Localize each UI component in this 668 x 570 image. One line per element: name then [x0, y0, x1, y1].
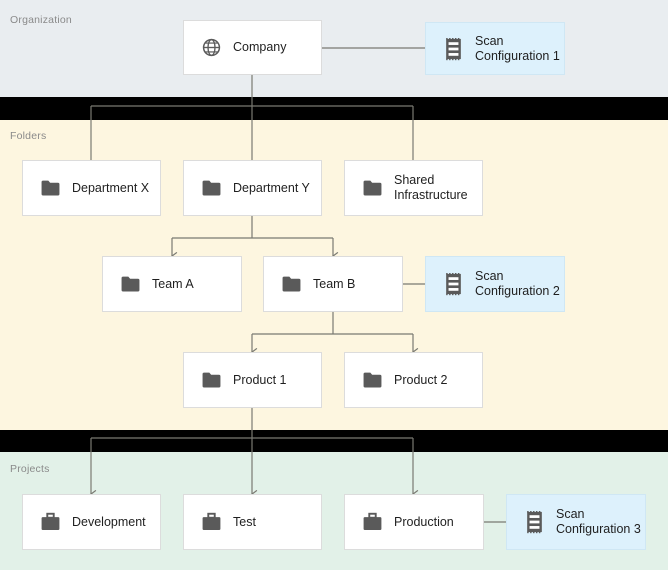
node-label-scan-configuration-2: Scan Configuration 2: [475, 269, 560, 298]
briefcase-icon: [41, 512, 60, 531]
node-team-b[interactable]: Team B: [263, 256, 403, 312]
node-team-a[interactable]: Team A: [102, 256, 242, 312]
node-label-scan-configuration-1: Scan Configuration 1: [475, 33, 560, 63]
node-label-test: Test: [233, 514, 256, 529]
node-label-department-x: Department X: [72, 180, 150, 195]
node-label-product-2: Product 2: [394, 372, 448, 387]
folder-icon: [202, 372, 221, 388]
node-product-1[interactable]: Product 1: [183, 352, 322, 408]
node-department-x[interactable]: Department X: [22, 160, 161, 216]
globe-icon: [202, 38, 221, 57]
node-scan-configuration-2[interactable]: Scan Configuration 2: [425, 256, 565, 312]
node-label-company: Company: [233, 40, 287, 54]
briefcase-icon: [202, 512, 221, 531]
folder-icon: [363, 372, 382, 388]
band-label-folders: Folders: [10, 130, 47, 142]
node-scan-configuration-3[interactable]: Scan Configuration 3: [506, 494, 646, 550]
band-organization: [0, 0, 668, 97]
node-label-production: Production: [394, 514, 454, 529]
briefcase-icon: [363, 512, 382, 531]
node-product-2[interactable]: Product 2: [344, 352, 483, 408]
node-scan-configuration-1[interactable]: Scan Configuration 1: [425, 22, 565, 75]
diagram-canvas: Organization Folders Projects Company Sc…: [0, 0, 668, 570]
folder-icon: [41, 180, 60, 196]
node-label-shared-infrastructure: Shared Infrastructure: [394, 173, 468, 202]
node-department-y[interactable]: Department Y: [183, 160, 322, 216]
node-label-development: Development: [72, 514, 146, 529]
node-label-team-b: Team B: [313, 276, 356, 291]
node-shared-infrastructure[interactable]: Shared Infrastructure: [344, 160, 483, 216]
node-label-scan-configuration-3: Scan Configuration 3: [556, 507, 641, 536]
node-production[interactable]: Production: [344, 494, 484, 550]
node-company[interactable]: Company: [183, 20, 322, 75]
folder-icon: [363, 180, 382, 196]
node-test[interactable]: Test: [183, 494, 322, 550]
node-development[interactable]: Development: [22, 494, 161, 550]
scan-doc-icon: [525, 511, 544, 534]
band-label-projects: Projects: [10, 463, 50, 475]
band-label-organization: Organization: [10, 14, 72, 26]
scan-doc-icon: [444, 37, 463, 60]
folder-icon: [121, 276, 140, 292]
scan-doc-icon: [444, 273, 463, 296]
folder-icon: [282, 276, 301, 292]
node-label-team-a: Team A: [152, 276, 194, 291]
node-label-product-1: Product 1: [233, 372, 287, 387]
node-label-department-y: Department Y: [233, 180, 310, 195]
folder-icon: [202, 180, 221, 196]
